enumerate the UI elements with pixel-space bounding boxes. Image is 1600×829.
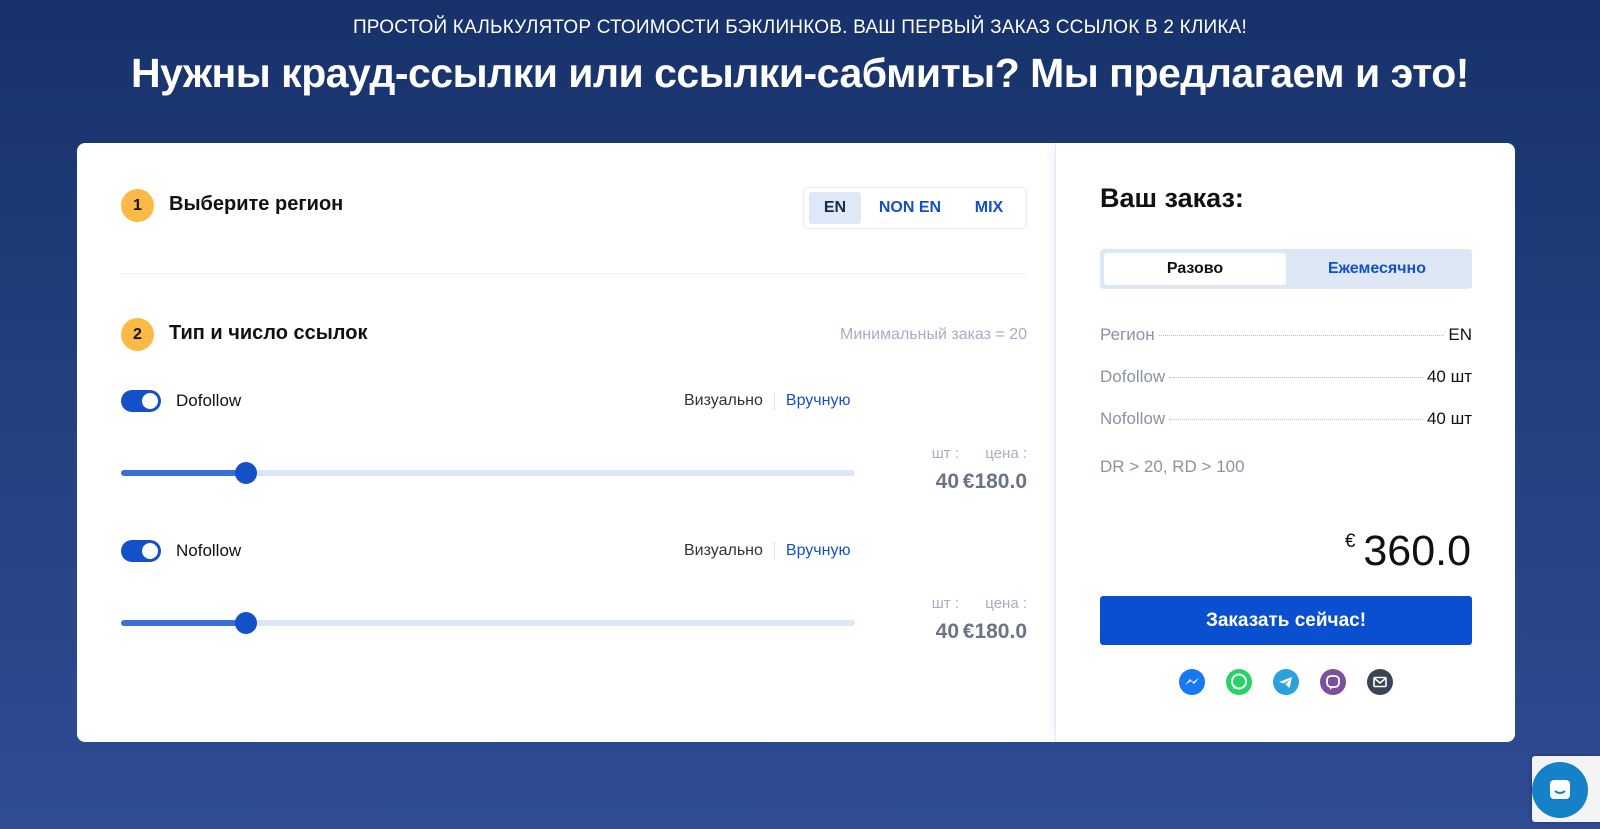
step2-title: Тип и число ссылок xyxy=(169,322,368,344)
region-selector: EN NON EN MIX xyxy=(803,187,1027,229)
step1-title: Выберите регион xyxy=(169,193,344,215)
slider-fill xyxy=(121,470,246,476)
whatsapp-icon[interactable] xyxy=(1225,668,1253,696)
nofollow-toggle[interactable] xyxy=(121,540,161,562)
step2-badge: 2 xyxy=(121,318,154,351)
summary-key: Nofollow xyxy=(1100,409,1166,428)
total-currency: € xyxy=(1344,531,1356,552)
dofollow-qty-label: шт : xyxy=(931,445,959,462)
nofollow-manual-option[interactable]: Вручную xyxy=(775,542,851,560)
min-order-note: Минимальный заказ = 20 xyxy=(840,326,1027,343)
dotted-leader xyxy=(1158,335,1445,336)
summary-value: 40 шт xyxy=(1426,409,1472,428)
slider-thumb[interactable] xyxy=(234,462,257,484)
nofollow-qty: 40 xyxy=(935,620,959,643)
nofollow-qty-label: шт : xyxy=(931,595,959,612)
order-now-button[interactable]: Заказать сейчас! xyxy=(1100,596,1472,645)
dofollow-label: Dofollow xyxy=(176,391,242,410)
viber-icon[interactable] xyxy=(1319,668,1347,696)
region-mix-button[interactable]: MIX xyxy=(959,192,1019,224)
nofollow-visual-option[interactable]: Визуально xyxy=(684,542,775,560)
summary-value: 40 шт xyxy=(1426,367,1472,386)
quality-criteria: DR > 20, RD > 100 xyxy=(1100,457,1245,476)
page-title: Нужны крауд-ссылки или ссылки-сабмиты? М… xyxy=(131,50,1469,96)
telegram-icon[interactable] xyxy=(1272,668,1300,696)
period-once-button[interactable]: Разово xyxy=(1104,253,1286,285)
calculator-panel: 1 Выберите регион EN NON EN MIX 2 Тип и … xyxy=(77,143,1055,742)
region-en-button[interactable]: EN xyxy=(809,192,861,224)
dofollow-price: €180.0 xyxy=(962,470,1027,493)
nofollow-price: €180.0 xyxy=(962,620,1027,643)
nofollow-slider[interactable] xyxy=(121,612,855,634)
nofollow-label: Nofollow xyxy=(176,541,242,560)
summary-row-nofollow: Nofollow 40 шт xyxy=(1100,409,1472,429)
email-icon[interactable] xyxy=(1366,668,1394,696)
dofollow-slider[interactable] xyxy=(121,462,855,484)
summary-key: Регион xyxy=(1100,325,1155,344)
dofollow-price-label: цена : xyxy=(985,445,1027,462)
toggle-knob xyxy=(142,543,158,559)
period-monthly-button[interactable]: Ежемесячно xyxy=(1286,253,1468,285)
summary-row-region: Регион EN xyxy=(1100,325,1472,345)
dofollow-visual-option[interactable]: Визуально xyxy=(684,392,775,410)
order-total: € 360.0 xyxy=(1345,527,1471,576)
summary-key: Dofollow xyxy=(1100,367,1166,386)
nofollow-mode-switch: Визуально Вручную xyxy=(684,542,850,560)
dofollow-mode-switch: Визуально Вручную xyxy=(684,392,850,410)
period-selector: Разово Ежемесячно xyxy=(1100,249,1472,289)
messenger-icon[interactable] xyxy=(1178,668,1206,696)
step1-badge: 1 xyxy=(121,189,154,222)
dotted-leader xyxy=(1169,377,1423,378)
slider-thumb[interactable] xyxy=(234,612,257,634)
order-summary-panel: Ваш заказ: Разово Ежемесячно Регион EN D… xyxy=(1055,143,1515,742)
nofollow-price-label: цена : xyxy=(985,595,1027,612)
summary-row-dofollow: Dofollow 40 шт xyxy=(1100,367,1472,387)
total-amount: 360.0 xyxy=(1363,527,1471,575)
summary-value: EN xyxy=(1448,325,1472,344)
order-title: Ваш заказ: xyxy=(1100,183,1244,213)
chat-icon xyxy=(1550,780,1570,799)
contact-icons xyxy=(1056,668,1515,696)
chat-widget-button[interactable] xyxy=(1532,762,1588,818)
divider xyxy=(121,273,1027,274)
dofollow-toggle[interactable] xyxy=(121,390,161,412)
dotted-leader xyxy=(1169,419,1423,420)
page-subtitle: ПРОСТОЙ КАЛЬКУЛЯТОР СТОИМОСТИ БЭКЛИНКОВ.… xyxy=(352,17,1248,38)
slider-fill xyxy=(121,620,246,626)
calculator-card: 1 Выберите регион EN NON EN MIX 2 Тип и … xyxy=(77,143,1515,742)
dofollow-manual-option[interactable]: Вручную xyxy=(775,392,851,410)
toggle-knob xyxy=(142,393,158,409)
region-non-en-button[interactable]: NON EN xyxy=(861,192,959,224)
dofollow-qty: 40 xyxy=(935,470,959,493)
